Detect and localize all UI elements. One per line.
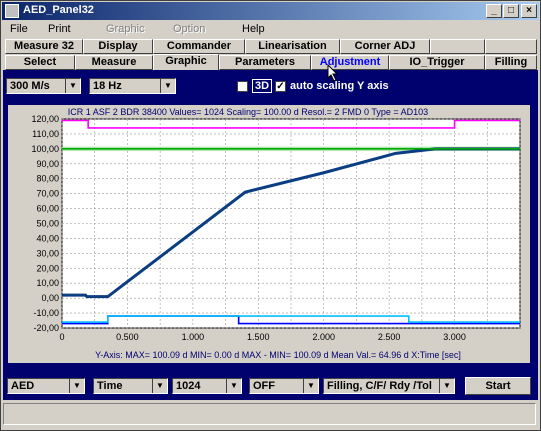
- app-icon: [5, 4, 19, 18]
- chart-area: ICR 1 ASF 2 BDR 38400 Values= 1024 Scali…: [8, 105, 530, 363]
- x-tick-label: 1.000: [182, 332, 205, 342]
- tab-blank-1[interactable]: [430, 39, 485, 54]
- dropdown-arrow-icon[interactable]: ▼: [303, 379, 318, 393]
- close-button[interactable]: ×: [521, 4, 537, 18]
- tab-commander[interactable]: Commander: [153, 39, 245, 54]
- x-tick-label: 0.500: [116, 332, 139, 342]
- y-tick-label: 60,00: [36, 204, 59, 214]
- values-value: 1024: [176, 380, 201, 392]
- y-tick-label: 110,00: [32, 129, 59, 139]
- checkbox-autoscale[interactable]: ✓: [275, 81, 286, 92]
- frequency-value: 18 Hz: [93, 80, 122, 92]
- title-bar: AED_Panel32 _ □ ×: [2, 2, 539, 20]
- tab-filling[interactable]: Filling: [485, 55, 537, 70]
- y-tick-label: -20,00: [33, 323, 59, 333]
- y-tick-label: 50,00: [36, 219, 59, 229]
- rate-select[interactable]: 300 M/s ▼: [6, 78, 81, 94]
- y-tick-label: -10,00: [33, 308, 59, 318]
- y-tick-label: 0,00: [41, 293, 59, 303]
- menu-option[interactable]: Option: [173, 23, 205, 35]
- chart-svg: ICR 1 ASF 2 BDR 38400 Values= 1024 Scali…: [31, 107, 521, 360]
- y-tick-label: 90,00: [36, 159, 59, 169]
- source-select[interactable]: AED ▼: [7, 378, 85, 394]
- maximize-button[interactable]: □: [503, 4, 519, 18]
- menu-help[interactable]: Help: [242, 23, 265, 35]
- tab-display[interactable]: Display: [83, 39, 153, 54]
- y-tick-label: 100,00: [31, 144, 59, 154]
- dropdown-arrow-icon[interactable]: ▼: [69, 379, 84, 393]
- source-value: AED: [11, 380, 35, 392]
- x-tick-label: 0: [59, 332, 64, 342]
- tab-measure[interactable]: Measure: [75, 55, 153, 70]
- tab-linearisation[interactable]: Linearisation: [245, 39, 340, 54]
- y-tick-label: 20,00: [36, 263, 59, 273]
- y-tick-label: 120,00: [31, 114, 59, 124]
- mode-select[interactable]: Filling, C/F/ Rdy /Tol ▼: [323, 378, 455, 394]
- tab-graphic[interactable]: Graphic: [153, 54, 219, 71]
- filter-select[interactable]: OFF ▼: [249, 378, 319, 394]
- tab-corner-adj[interactable]: Corner ADJ: [340, 39, 430, 54]
- dropdown-arrow-icon[interactable]: ▼: [65, 79, 80, 93]
- y-tick-label: 80,00: [36, 174, 59, 184]
- menu-print[interactable]: Print: [48, 23, 71, 35]
- menu-file[interactable]: File: [10, 23, 28, 35]
- y-tick-label: 30,00: [36, 248, 59, 258]
- values-select[interactable]: 1024 ▼: [172, 378, 242, 394]
- checkbox-3d-label: 3D: [252, 79, 273, 93]
- y-tick-label: 10,00: [36, 278, 59, 288]
- mode-value: Filling, C/F/ Rdy /Tol: [327, 380, 432, 392]
- dropdown-arrow-icon[interactable]: ▼: [439, 379, 454, 393]
- y-tick-label: 70,00: [36, 189, 59, 199]
- tab-io-trigger[interactable]: IO_Trigger: [389, 55, 485, 70]
- x-tick-label: 3.000: [443, 332, 466, 342]
- frequency-select[interactable]: 18 Hz ▼: [89, 78, 176, 94]
- dropdown-arrow-icon[interactable]: ▼: [152, 379, 167, 393]
- filter-value: OFF: [253, 380, 275, 392]
- dropdown-arrow-icon[interactable]: ▼: [226, 379, 241, 393]
- status-bar: [3, 403, 536, 425]
- tab-row-1: Measure 32 Display Commander Linearisati…: [5, 39, 537, 55]
- tab-measure-32[interactable]: Measure 32: [5, 39, 83, 54]
- tab-blank-2[interactable]: [485, 39, 537, 54]
- rate-value: 300 M/s: [10, 80, 50, 92]
- tab-row-2: Select Measure Graphic Parameters Adjust…: [5, 54, 537, 71]
- minimize-button[interactable]: _: [486, 4, 502, 18]
- x-axis-select[interactable]: Time ▼: [93, 378, 168, 394]
- tab-select[interactable]: Select: [5, 55, 75, 70]
- start-button[interactable]: Start: [465, 377, 531, 395]
- menu-bar: File Print Graphic Option Help: [2, 21, 539, 39]
- x-tick-label: 1.500: [247, 332, 270, 342]
- autoscale-label: auto scaling Y axis: [290, 80, 389, 92]
- x-tick-label: 2.500: [378, 332, 401, 342]
- x-tick-label: 2.000: [312, 332, 335, 342]
- mouse-cursor-icon: [327, 64, 339, 82]
- tab-adjustment[interactable]: Adjustment: [311, 55, 389, 70]
- y-tick-label: 40,00: [36, 233, 59, 243]
- window-title: AED_Panel32: [23, 4, 94, 16]
- tab-parameters[interactable]: Parameters: [219, 55, 311, 70]
- chart-info-text: ICR 1 ASF 2 BDR 38400 Values= 1024 Scali…: [68, 107, 428, 117]
- x-axis-value: Time: [97, 380, 123, 392]
- dropdown-arrow-icon[interactable]: ▼: [160, 79, 175, 93]
- chart-footer-text: Y-Axis: MAX= 100.09 d MIN= 0.00 d MAX - …: [95, 350, 461, 360]
- checkbox-3d[interactable]: [237, 81, 248, 92]
- menu-graphic[interactable]: Graphic: [106, 23, 145, 35]
